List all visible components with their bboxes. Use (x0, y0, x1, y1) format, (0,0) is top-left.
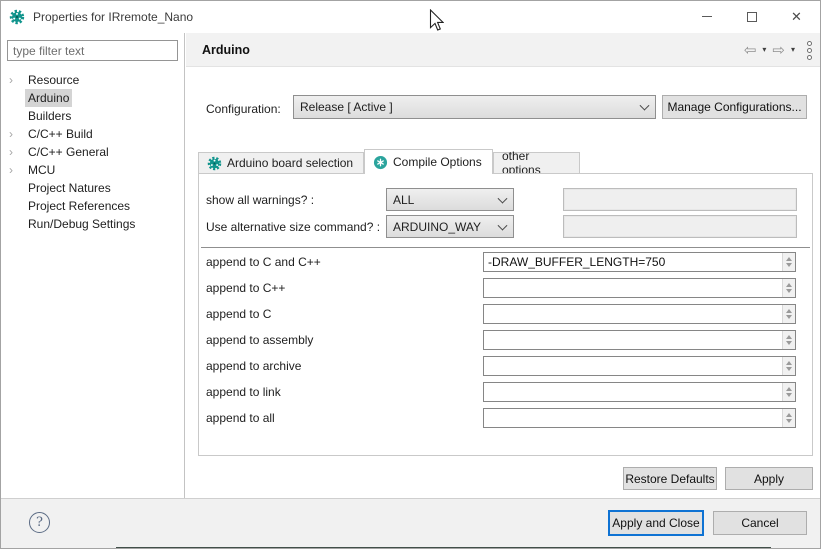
sidebar: › Resource Arduino Builders › C/C++ Buil… (1, 33, 185, 498)
minimize-button[interactable] (684, 1, 729, 32)
append-all-label: append to all (206, 411, 275, 425)
restore-defaults-button[interactable]: Restore Defaults (623, 467, 717, 490)
help-icon[interactable]: ? (29, 512, 50, 533)
close-button[interactable]: ✕ (774, 1, 819, 32)
expander-icon[interactable]: › (9, 143, 23, 161)
sidebar-item-project-references[interactable]: Project References (1, 197, 184, 215)
tab-compile-options[interactable]: Compile Options (364, 149, 493, 174)
properties-tree: › Resource Arduino Builders › C/C++ Buil… (1, 71, 184, 233)
sidebar-item-resource[interactable]: › Resource (1, 71, 184, 89)
append-assembly-input[interactable] (484, 331, 782, 349)
append-cpp-field (483, 278, 796, 298)
append-c-cpp-field (483, 252, 796, 272)
append-all-input[interactable] (484, 409, 782, 427)
append-c-cpp-label: append to C and C++ (206, 255, 321, 269)
maximize-icon (747, 12, 757, 22)
manage-configurations-button[interactable]: Manage Configurations... (662, 95, 807, 119)
page-title: Arduino (202, 43, 250, 57)
scroll-arrows-icon[interactable] (782, 357, 795, 375)
expander-icon[interactable]: › (9, 71, 23, 89)
sidebar-item-project-natures[interactable]: Project Natures (1, 179, 184, 197)
back-dropdown-icon[interactable]: ▾ (762, 46, 766, 54)
scroll-arrows-icon[interactable] (782, 253, 795, 271)
append-cpp-label: append to C++ (206, 281, 285, 295)
scroll-arrows-icon[interactable] (782, 383, 795, 401)
warnings-custom-field (563, 188, 797, 211)
append-assembly-label: append to assembly (206, 333, 313, 347)
gear-circle-icon (373, 155, 388, 170)
sidebar-item-run-debug-settings[interactable]: Run/Debug Settings (1, 215, 184, 233)
configuration-label: Configuration: (206, 102, 281, 116)
append-archive-input[interactable] (484, 357, 782, 375)
append-c-input[interactable] (484, 305, 782, 323)
append-cpp-input[interactable] (484, 279, 782, 297)
append-c-cpp-input[interactable] (484, 253, 782, 271)
sidebar-item-builders[interactable]: Builders (1, 107, 184, 125)
apply-and-close-button[interactable]: Apply and Close (608, 510, 704, 536)
close-icon: ✕ (791, 9, 802, 25)
size-command-select[interactable]: ARDUINO_WAY (386, 215, 514, 238)
append-archive-field (483, 356, 796, 376)
sidebar-item-arduino[interactable]: Arduino (1, 89, 184, 107)
scroll-arrows-icon[interactable] (782, 305, 795, 323)
page-header: Arduino ⇦ ▾ ⇨ ▾ (186, 33, 821, 67)
properties-dialog: Properties for IRremote_Nano ✕ › Resourc… (0, 0, 821, 549)
maximize-button[interactable] (729, 1, 774, 32)
tab-arduino-board-selection[interactable]: Arduino board selection (198, 152, 364, 173)
expander-icon[interactable]: › (9, 125, 23, 143)
append-link-input[interactable] (484, 383, 782, 401)
warnings-label: show all warnings? : (206, 193, 314, 207)
minimize-icon (702, 16, 712, 17)
append-link-field (483, 382, 796, 402)
forward-arrow-icon[interactable]: ⇨ (772, 43, 785, 58)
header-nav: ⇦ ▾ ⇨ ▾ (744, 33, 812, 67)
chevron-down-icon (498, 220, 508, 230)
append-all-field (483, 408, 796, 428)
filter-box (7, 40, 178, 61)
back-arrow-icon[interactable]: ⇦ (744, 43, 757, 58)
window-title: Properties for IRremote_Nano (33, 10, 193, 24)
chevron-down-icon (498, 193, 508, 203)
cancel-button[interactable]: Cancel (713, 511, 807, 535)
scroll-arrows-icon[interactable] (782, 409, 795, 427)
scroll-arrows-icon[interactable] (782, 331, 795, 349)
append-archive-label: append to archive (206, 359, 301, 373)
view-menu-icon[interactable] (807, 41, 812, 60)
sidebar-item-ccpp-build[interactable]: › C/C++ Build (1, 125, 184, 143)
append-c-field (483, 304, 796, 324)
warnings-select[interactable]: ALL (386, 188, 514, 211)
size-command-custom-field (563, 215, 797, 238)
append-assembly-field (483, 330, 796, 350)
gear-icon (207, 156, 222, 171)
tab-other-options[interactable]: other options (493, 152, 580, 173)
apply-button[interactable]: Apply (725, 467, 813, 490)
section-divider (201, 247, 810, 248)
size-command-label: Use alternative size command? : (206, 220, 380, 234)
filter-input[interactable] (8, 41, 177, 60)
chevron-down-icon (640, 101, 650, 111)
expander-icon[interactable]: › (9, 161, 23, 179)
sidebar-item-ccpp-general[interactable]: › C/C++ General (1, 143, 184, 161)
append-link-label: append to link (206, 385, 281, 399)
append-c-label: append to C (206, 307, 271, 321)
forward-dropdown-icon[interactable]: ▾ (791, 46, 795, 54)
sloeber-gear-icon (9, 9, 25, 25)
title-bar: Properties for IRremote_Nano ✕ (1, 1, 821, 33)
configuration-select[interactable]: Release [ Active ] (293, 95, 656, 119)
sidebar-item-mcu[interactable]: › MCU (1, 161, 184, 179)
scroll-arrows-icon[interactable] (782, 279, 795, 297)
